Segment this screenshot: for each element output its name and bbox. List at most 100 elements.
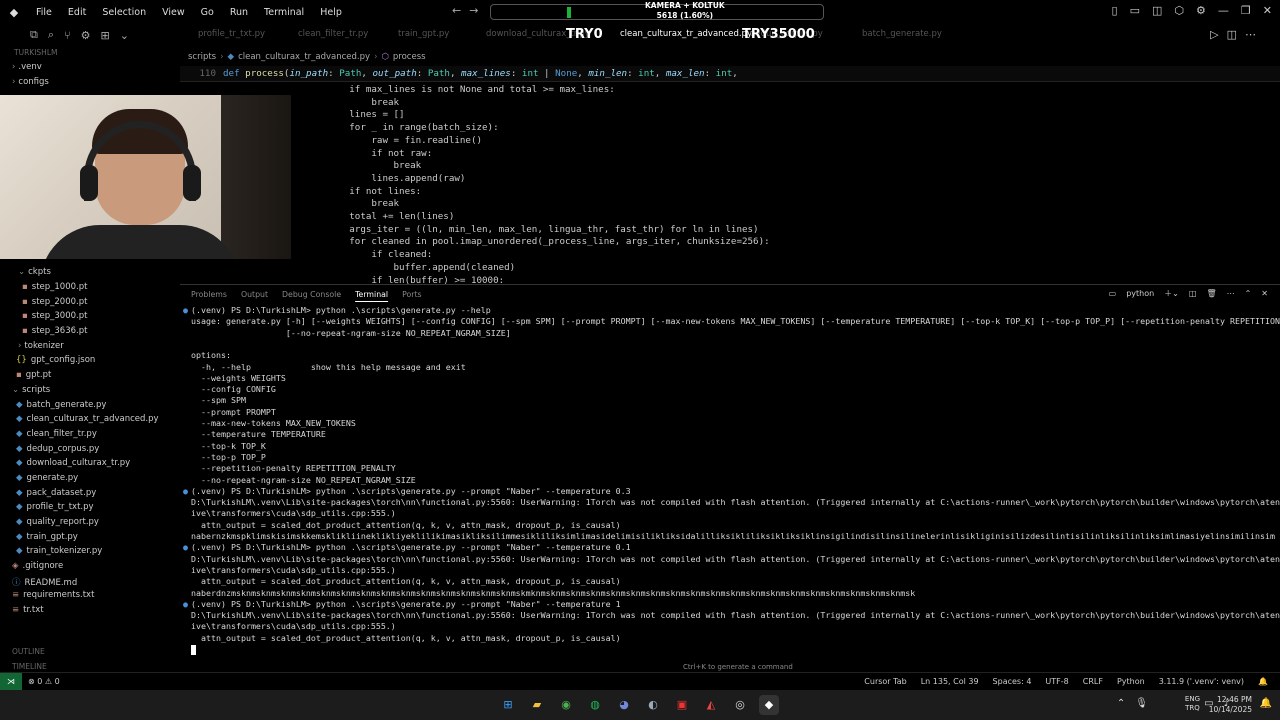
minimize-icon[interactable]: —	[1218, 4, 1229, 17]
tree-item-tr-txt[interactable]: ≡ tr.txt	[12, 605, 44, 615]
menu-edit[interactable]: Edit	[60, 7, 94, 18]
tree-item-configs[interactable]: › configs	[12, 77, 49, 87]
chevron-down-icon[interactable]: ⌄	[120, 29, 129, 42]
cursor-position[interactable]: Ln 135, Col 39	[921, 677, 979, 686]
tree-item-step-3636[interactable]: ▪ step_3636.pt	[22, 326, 87, 336]
spotify-icon[interactable]: ◍	[585, 695, 605, 715]
menu-run[interactable]: Run	[222, 7, 256, 18]
terminal-output[interactable]: (.venv) PS D:\TurkishLM> python .\script…	[180, 305, 1280, 667]
obs-icon[interactable]: ◎	[730, 695, 750, 715]
menu-file[interactable]: File	[28, 7, 60, 18]
tree-item-venv[interactable]: › .venv	[12, 62, 42, 72]
python-interpreter[interactable]: 3.11.9 ('.venv': venv)	[1159, 677, 1244, 686]
tree-item-profile-tr[interactable]: ◆ profile_tr_txt.py	[16, 502, 94, 512]
tree-item-quality-report[interactable]: ◆ quality_report.py	[16, 517, 99, 527]
tab-clean-filter-tr[interactable]: clean_filter_tr.py	[298, 29, 368, 39]
red-app-icon[interactable]: ▣	[672, 695, 692, 715]
clock[interactable]: 12:46 PM 10/14/2025	[1209, 695, 1252, 715]
windows-start-icon[interactable]: ⊞	[498, 695, 518, 715]
more-icon[interactable]: ⋯	[1245, 28, 1264, 41]
settings-gear-icon[interactable]: ⚙	[1196, 4, 1206, 17]
tree-item-download[interactable]: ◆ download_culturax_tr.py	[16, 458, 130, 468]
microphone-icon[interactable]: 🎙	[1135, 698, 1148, 709]
split-terminal-icon[interactable]: ◫	[1189, 289, 1197, 298]
tree-item-step-3000[interactable]: ▪ step_3000.pt	[22, 311, 87, 321]
language-mode[interactable]: Python	[1117, 677, 1145, 686]
chevron-up-icon[interactable]: ⌃	[1117, 698, 1125, 709]
breadcrumb-symbol[interactable]: process	[393, 52, 426, 62]
breadcrumb-file[interactable]: clean_culturax_tr_advanced.py	[238, 52, 370, 62]
split-editor-icon[interactable]: ◫	[1227, 28, 1245, 41]
bell-icon[interactable]: 🔔	[1258, 677, 1268, 686]
remote-icon[interactable]: ⋊	[0, 673, 22, 691]
new-terminal-icon[interactable]: ＋⌄	[1164, 288, 1179, 299]
tab-profile-tr-txt[interactable]: profile_tr_txt.py	[198, 29, 265, 39]
tree-item-tokenizer[interactable]: › tokenizer	[18, 341, 64, 351]
tree-item-gpt-config[interactable]: {} gpt_config.json	[16, 355, 95, 365]
tree-item-requirements[interactable]: ≡ requirements.txt	[12, 590, 94, 600]
line-endings[interactable]: CRLF	[1083, 677, 1103, 686]
cursor-app-icon[interactable]: ◆	[759, 695, 779, 715]
chrome-icon[interactable]: ◉	[556, 695, 576, 715]
tree-item-train-tokenizer[interactable]: ◆ train_tokenizer.py	[16, 546, 102, 556]
tree-item-train-gpt[interactable]: ◆ train_gpt.py	[16, 532, 78, 542]
layout-icon[interactable]: ◫	[1152, 4, 1162, 17]
tab-terminal[interactable]: Terminal	[348, 290, 395, 299]
outline-section[interactable]: OUTLINE	[12, 647, 45, 656]
close-panel-icon[interactable]: ✕	[1261, 289, 1268, 298]
notifications-icon[interactable]: 🔔	[1260, 698, 1272, 709]
source-control-icon[interactable]: ⑂	[64, 29, 71, 42]
terminal-shell-label[interactable]: python	[1126, 289, 1154, 298]
tree-item-step-1000[interactable]: ▪ step_1000.pt	[22, 282, 87, 292]
menu-terminal[interactable]: Terminal	[256, 7, 312, 18]
explorer-icon[interactable]: ⧉	[30, 28, 38, 42]
maximize-panel-icon[interactable]: ⌃	[1245, 289, 1252, 298]
sticky-scroll-header[interactable]: 110 def process(in_path: Path, out_path:…	[180, 66, 1280, 82]
back-arrow-icon[interactable]: ←	[452, 4, 469, 17]
menu-help[interactable]: Help	[312, 7, 350, 18]
tree-item-pack-dataset[interactable]: ◆ pack_dataset.py	[16, 488, 96, 498]
run-icon[interactable]: ▷	[1210, 28, 1226, 41]
extensions-icon[interactable]: ⬡	[1174, 4, 1184, 17]
input-language[interactable]: ENG TRQ	[1185, 695, 1200, 713]
indentation[interactable]: Spaces: 4	[993, 677, 1032, 686]
menu-view[interactable]: View	[154, 7, 193, 18]
layout-panel-icon[interactable]: ▭	[1130, 4, 1140, 17]
tree-item-generate[interactable]: ◆ generate.py	[16, 473, 78, 483]
file-explorer-icon[interactable]: ▰	[527, 695, 547, 715]
forward-arrow-icon[interactable]: →	[469, 4, 486, 17]
nav-arrows[interactable]: ←→	[452, 4, 486, 17]
breadcrumb-folder[interactable]: scripts	[188, 52, 216, 62]
discord-icon[interactable]: ◕	[614, 695, 634, 715]
tree-item-clean-culturax[interactable]: ◆ clean_culturax_tr_advanced.py	[16, 414, 159, 424]
run-controls[interactable]: ▷◫⋯	[1210, 28, 1264, 41]
problems-count[interactable]: ⊗ 0 ⚠ 0	[28, 677, 60, 686]
tab-output[interactable]: Output	[234, 290, 275, 299]
tab-batch-generate[interactable]: batch_generate.py	[862, 29, 942, 39]
menu-go[interactable]: Go	[193, 7, 222, 18]
extensions-grid-icon[interactable]: ⊞	[101, 29, 110, 42]
debug-icon[interactable]: ⚙	[81, 29, 91, 42]
tab-problems[interactable]: Problems	[184, 290, 234, 299]
tree-item-readme[interactable]: ⓘ README.md	[12, 576, 77, 588]
tree-item-gitignore[interactable]: ◈ .gitignore	[12, 561, 63, 571]
steam-icon[interactable]: ◐	[643, 695, 663, 715]
tree-item-gpt-pt[interactable]: ▪ gpt.pt	[16, 370, 51, 380]
more-icon[interactable]: ⋯	[1227, 289, 1235, 298]
tree-item-scripts[interactable]: ⌄ scripts	[12, 385, 50, 395]
tree-item-clean-filter[interactable]: ◆ clean_filter_tr.py	[16, 429, 97, 439]
tree-item-ckpts[interactable]: ⌄ ckpts	[18, 267, 51, 277]
timeline-section[interactable]: TIMELINE	[12, 662, 47, 671]
cursor-tab-status[interactable]: Cursor Tab	[864, 677, 906, 686]
tab-clean-culturax-advanced[interactable]: clean_culturax_tr_advanced.py	[620, 29, 752, 39]
trash-icon[interactable]: 🗑	[1206, 289, 1216, 298]
tree-item-batch-generate[interactable]: ◆ batch_generate.py	[16, 400, 106, 410]
tree-item-step-2000[interactable]: ▪ step_2000.pt	[22, 297, 87, 307]
tab-ports[interactable]: Ports	[395, 290, 429, 299]
tab-debug-console[interactable]: Debug Console	[275, 290, 348, 299]
maximize-icon[interactable]: ❐	[1241, 4, 1251, 17]
layout-sidebar-icon[interactable]: ▯	[1112, 4, 1118, 17]
tab-train-gpt[interactable]: train_gpt.py	[398, 29, 449, 39]
tree-item-dedup[interactable]: ◆ dedup_corpus.py	[16, 444, 99, 454]
adobe-icon[interactable]: ◭	[701, 695, 721, 715]
